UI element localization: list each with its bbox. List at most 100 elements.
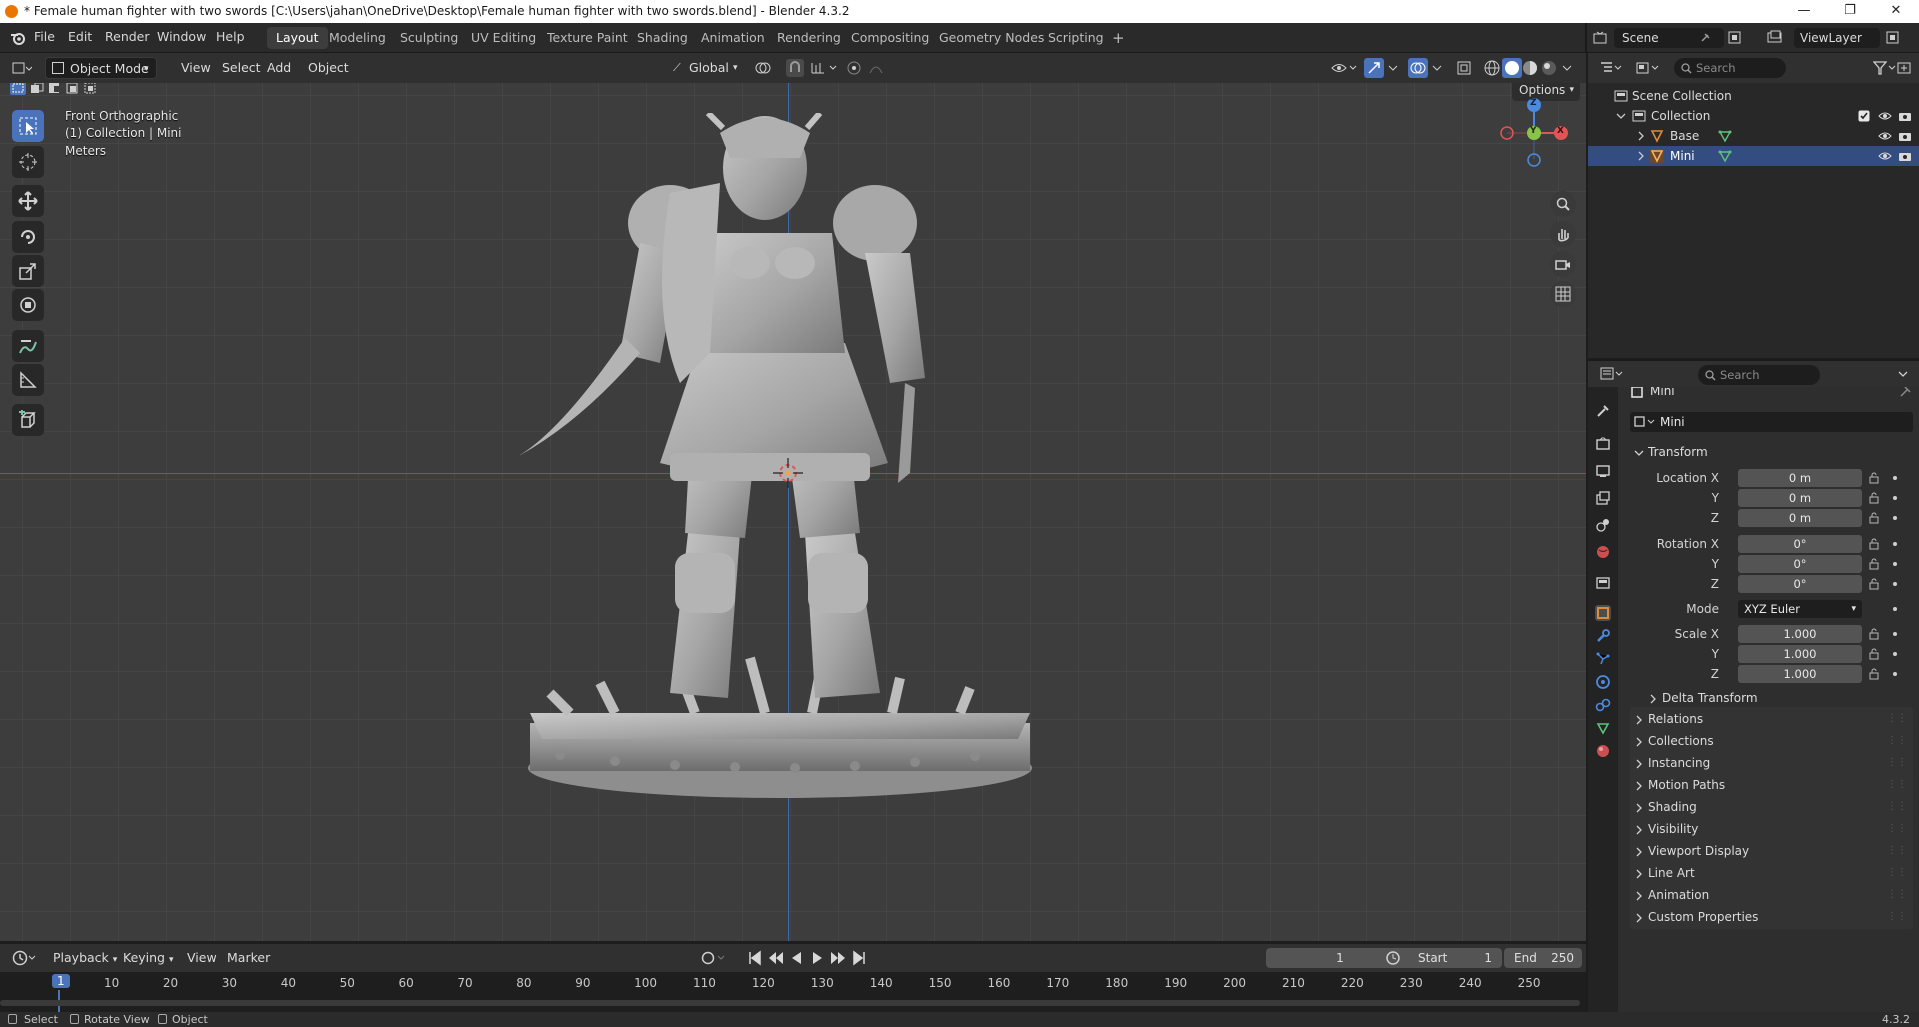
drag-handle-icon[interactable]: ⋮⋮ xyxy=(1887,861,1907,885)
scale-z-field[interactable]: 1.000 xyxy=(1738,665,1862,683)
falloff-icon[interactable] xyxy=(868,60,892,76)
camera-view-button[interactable] xyxy=(1550,251,1576,277)
pivot-point-icon[interactable] xyxy=(754,60,782,76)
jump-start-icon[interactable] xyxy=(747,950,763,966)
wireframe-shading-icon[interactable] xyxy=(1483,59,1501,77)
chevron-right-icon[interactable] xyxy=(1636,151,1646,161)
navigation-gizmo[interactable]: Z Y X xyxy=(1494,93,1574,173)
tab-shading[interactable]: Shading xyxy=(628,27,697,49)
tab-output[interactable] xyxy=(1595,463,1611,479)
rotation-z-field[interactable]: 0° xyxy=(1738,575,1862,593)
tab-view-layer[interactable] xyxy=(1595,490,1611,506)
keyframe-dot-icon[interactable] xyxy=(1893,672,1897,676)
tab-scripting[interactable]: Scripting xyxy=(1039,27,1113,49)
chevron-down-icon[interactable] xyxy=(1430,60,1444,76)
select-extend-icon[interactable] xyxy=(29,83,45,95)
menu-window[interactable]: Window xyxy=(157,29,206,44)
tab-texture-paint[interactable]: Texture Paint xyxy=(538,27,637,49)
panel-viewport-display[interactable]: Viewport Display ⋮⋮ xyxy=(1630,839,1913,863)
tab-physics[interactable] xyxy=(1595,674,1611,690)
camera-render-icon[interactable] xyxy=(1898,150,1912,162)
drag-handle-icon[interactable]: ⋮⋮ xyxy=(1887,883,1907,907)
annotate-tool[interactable] xyxy=(12,330,44,362)
keyframe-dot-icon[interactable] xyxy=(1893,542,1897,546)
snap-target-icon[interactable] xyxy=(810,60,838,76)
checkbox-icon[interactable] xyxy=(1858,110,1870,122)
tab-constraints[interactable] xyxy=(1595,697,1611,713)
move-tool[interactable] xyxy=(12,185,44,217)
rotation-x-field[interactable]: 0° xyxy=(1738,535,1862,553)
jump-keyframe-back-icon[interactable] xyxy=(767,950,785,966)
keyframe-dot-icon[interactable] xyxy=(1893,516,1897,520)
display-mode-icon[interactable] xyxy=(1636,61,1662,75)
measure-tool[interactable] xyxy=(12,364,44,396)
timeline-body[interactable]: 1 10 20 30 40 50 60 70 80 90 100 110 120 130 140 150 160… xyxy=(0,972,1586,1012)
scene-selector[interactable]: Scene xyxy=(1614,28,1724,48)
properties-editor-type-icon[interactable] xyxy=(1600,367,1626,381)
jump-keyframe-forward-icon[interactable] xyxy=(829,950,847,966)
timeline-menu-view[interactable]: View xyxy=(180,947,224,969)
add-cube-tool[interactable] xyxy=(12,404,44,436)
scale-y-field[interactable]: 1.000 xyxy=(1738,645,1862,663)
transform-orientation-dropdown[interactable]: ⟋ Global ▾ xyxy=(673,57,745,79)
lock-icon[interactable] xyxy=(1868,668,1880,680)
panel-shading[interactable]: Shading ⋮⋮ xyxy=(1630,795,1913,819)
play-icon[interactable] xyxy=(809,950,825,966)
panel-visibility[interactable]: Visibility ⋮⋮ xyxy=(1630,817,1913,841)
scale-x-field[interactable]: 1.000 xyxy=(1738,625,1862,643)
location-z-field[interactable]: 0 m xyxy=(1738,509,1862,527)
panel-custom-properties[interactable]: Custom Properties ⋮⋮ xyxy=(1630,905,1913,929)
view-layer-icon[interactable] xyxy=(1766,29,1784,47)
viewport-menu-view[interactable]: View xyxy=(174,57,218,79)
menu-file[interactable]: File xyxy=(34,29,55,44)
transform-panel-header[interactable]: Transform xyxy=(1630,440,1913,464)
menu-render[interactable]: Render xyxy=(105,29,150,44)
mesh-data-icon[interactable] xyxy=(1718,149,1732,163)
outliner-search-input[interactable]: Search xyxy=(1674,58,1786,78)
scale-tool[interactable] xyxy=(12,255,44,287)
keyframe-dot-icon[interactable] xyxy=(1893,562,1897,566)
new-view-layer-icon[interactable] xyxy=(1884,29,1902,47)
close-button[interactable]: ✕ xyxy=(1873,0,1919,23)
transform-tool[interactable] xyxy=(12,289,44,321)
editor-type-icon[interactable] xyxy=(12,61,32,75)
xray-toggle-icon[interactable] xyxy=(1456,60,1472,76)
eye-icon[interactable] xyxy=(1878,150,1892,162)
viewport-menu-add[interactable]: Add xyxy=(260,57,298,79)
chevron-right-icon[interactable] xyxy=(1636,131,1646,141)
select-box-tool[interactable] xyxy=(12,110,44,142)
snap-icon[interactable] xyxy=(786,59,804,77)
tab-modifiers[interactable] xyxy=(1595,628,1611,644)
keyframe-dot-icon[interactable] xyxy=(1893,632,1897,636)
tab-data[interactable] xyxy=(1595,720,1611,736)
keyframe-dot-icon[interactable] xyxy=(1893,476,1897,480)
location-y-field[interactable]: 0 m xyxy=(1738,489,1862,507)
auto-keying-icon[interactable] xyxy=(700,950,730,966)
viewport-menu-object[interactable]: Object xyxy=(301,57,356,79)
menu-help[interactable]: Help xyxy=(216,29,245,44)
lock-icon[interactable] xyxy=(1868,512,1880,524)
keyframe-dot-icon[interactable] xyxy=(1893,582,1897,586)
drag-handle-icon[interactable]: ⋮⋮ xyxy=(1887,751,1907,775)
tab-modeling[interactable]: Modeling xyxy=(320,27,395,49)
eye-icon[interactable] xyxy=(1878,130,1892,142)
drag-handle-icon[interactable]: ⋮⋮ xyxy=(1887,839,1907,863)
cursor-tool[interactable] xyxy=(12,146,44,178)
lock-icon[interactable] xyxy=(1868,558,1880,570)
solid-shading-icon[interactable] xyxy=(1502,58,1522,78)
zoom-button[interactable] xyxy=(1550,191,1576,217)
outliner-editor-type-icon[interactable] xyxy=(1600,61,1624,75)
timeline-menu-marker[interactable]: Marker xyxy=(220,947,277,969)
select-subtract-icon[interactable] xyxy=(47,83,63,95)
tab-object[interactable] xyxy=(1595,605,1611,621)
select-intersect-icon[interactable] xyxy=(83,83,99,95)
frame-ruler[interactable]: 1 10 20 30 40 50 60 70 80 90 100 110 120 130 140 150 160… xyxy=(0,972,1586,1012)
outliner-row-scene-collection[interactable]: Scene Collection xyxy=(1588,86,1919,106)
rotation-y-field[interactable]: 0° xyxy=(1738,555,1862,573)
drag-handle-icon[interactable]: ⋮⋮ xyxy=(1887,773,1907,797)
pan-button[interactable] xyxy=(1550,221,1576,247)
rotate-tool[interactable] xyxy=(12,221,44,253)
blender-menu-icon[interactable] xyxy=(10,30,26,46)
chevron-down-icon[interactable] xyxy=(1897,368,1909,380)
drag-handle-icon[interactable]: ⋮⋮ xyxy=(1887,707,1907,731)
